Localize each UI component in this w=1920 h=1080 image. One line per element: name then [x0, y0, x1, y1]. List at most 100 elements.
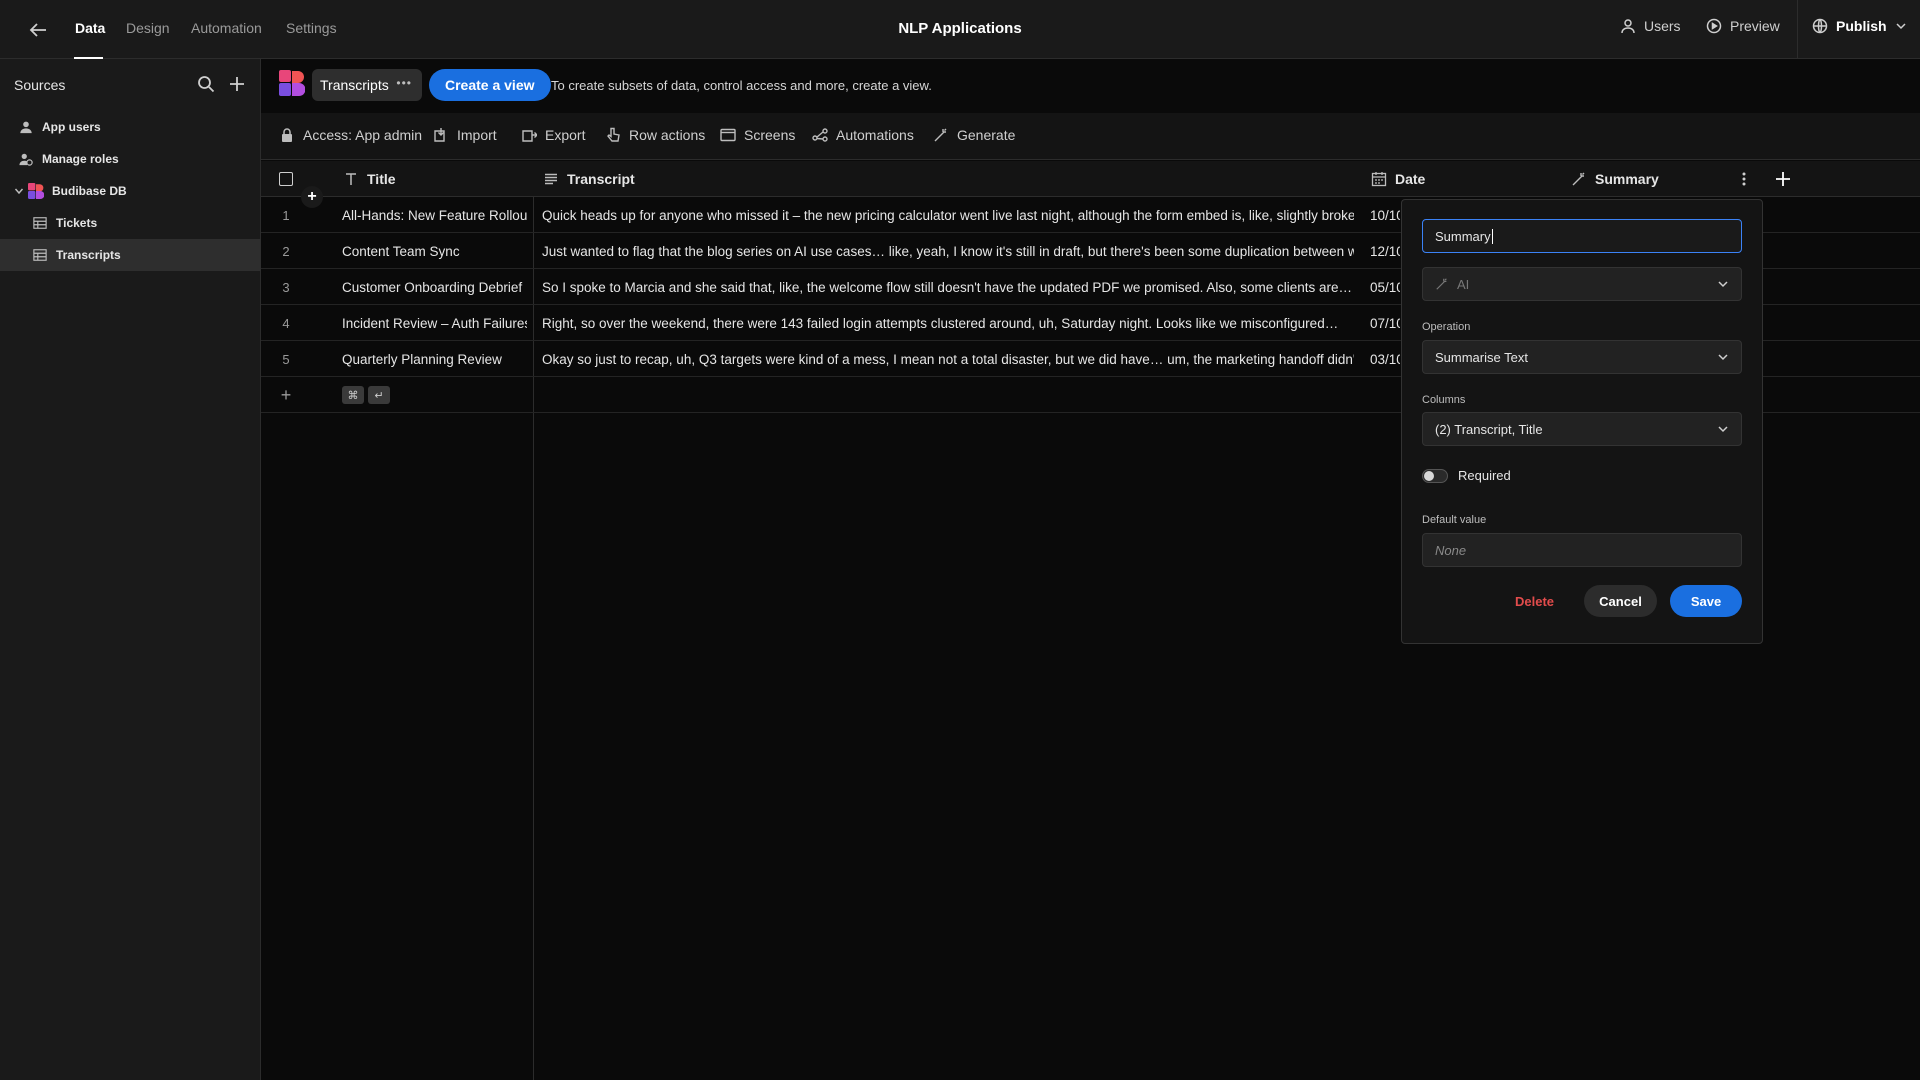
magic-wand-icon	[1436, 278, 1447, 290]
add-source-icon[interactable]	[227, 74, 247, 94]
tab-data[interactable]: Data	[75, 20, 105, 36]
column-header-label: Transcript	[567, 171, 635, 187]
sidebar-item-manage-roles[interactable]: Manage roles	[0, 143, 261, 175]
access-button[interactable]: Access: App admin	[279, 127, 422, 143]
row-actions-button[interactable]: Row actions	[605, 127, 705, 143]
row-number: 3	[282, 279, 290, 295]
row-actions-label: Row actions	[629, 127, 706, 143]
magic-wand-icon	[934, 128, 947, 142]
columns-label: Columns	[1422, 394, 1466, 406]
user-icon	[18, 119, 34, 135]
transcript-cell[interactable]: Right, so over the weekend, there were 1…	[542, 305, 1354, 341]
column-header-summary[interactable]: Summary	[1571, 161, 1659, 197]
column-header-label: Date	[1395, 171, 1426, 187]
date-cell[interactable]: 05/10	[1370, 269, 1400, 305]
title-cell[interactable]: Quarterly Planning Review	[342, 341, 527, 377]
chevron-down-icon[interactable]	[14, 186, 24, 196]
date-cell[interactable]: 07/10	[1370, 305, 1400, 341]
sources-sidebar: Sources App users Manage roles Budibase …	[0, 59, 261, 1080]
column-name-input[interactable]: Summary	[1422, 219, 1742, 253]
cancel-button[interactable]: Cancel	[1584, 585, 1657, 617]
column-menu-icon[interactable]	[1742, 171, 1746, 187]
title-cell[interactable]: All-Hands: New Feature Rollout	[342, 197, 527, 233]
title-cell[interactable]: Incident Review – Auth Failures	[342, 305, 527, 341]
long-text-icon	[545, 173, 557, 185]
column-header-label: Summary	[1595, 171, 1659, 187]
users-button[interactable]: Users	[1620, 18, 1681, 34]
title-cell[interactable]: Customer Onboarding Debrief	[342, 269, 527, 305]
date-cell[interactable]: 03/10	[1370, 341, 1400, 377]
create-view-hint: To create subsets of data, control acces…	[551, 78, 932, 93]
generate-button[interactable]: Generate	[933, 127, 1015, 143]
magic-wand-icon	[1572, 172, 1585, 186]
tab-settings[interactable]: Settings	[286, 20, 337, 36]
screens-button[interactable]: Screens	[720, 127, 795, 143]
text-cursor	[1491, 228, 1493, 244]
sidebar-item-tickets[interactable]: Tickets	[0, 207, 261, 239]
required-label: Required	[1458, 468, 1511, 483]
table-header: Transcripts ••• Create a view To create …	[261, 59, 1920, 113]
import-icon	[434, 128, 445, 142]
date-cell[interactable]: 12/10	[1370, 233, 1400, 269]
top-divider	[1797, 0, 1798, 59]
tab-automation[interactable]: Automation	[191, 20, 262, 36]
lock-icon	[282, 128, 292, 142]
column-header-title[interactable]: Title	[343, 161, 396, 197]
import-button[interactable]: Import	[433, 127, 497, 143]
chevron-down-icon	[1718, 281, 1728, 288]
create-view-button[interactable]: Create a view	[429, 69, 551, 101]
add-row-icon[interactable]: +	[261, 377, 311, 413]
chevron-down-icon	[1718, 354, 1728, 361]
save-button[interactable]: Save	[1670, 585, 1742, 617]
table-name-chip[interactable]: Transcripts •••	[312, 69, 422, 101]
sidebar-item-transcripts[interactable]: Transcripts	[0, 239, 261, 271]
title-cell[interactable]: Content Team Sync	[342, 233, 527, 269]
automations-button[interactable]: Automations	[812, 127, 914, 143]
search-icon[interactable]	[196, 74, 216, 94]
screens-label: Screens	[744, 127, 796, 143]
sidebar-item-label: Tickets	[56, 216, 98, 230]
transcript-cell[interactable]: Okay so just to recap, uh, Q3 targets we…	[542, 341, 1354, 377]
add-column-icon[interactable]	[1774, 170, 1792, 188]
table-toolbar: Access: App admin Import Export Row acti…	[261, 113, 1920, 160]
access-label: Access: App admin	[303, 127, 423, 143]
column-type-select[interactable]: AI	[1422, 267, 1742, 301]
column-type-value: AI	[1457, 276, 1470, 292]
back-arrow-icon[interactable]	[26, 18, 50, 42]
select-all-checkbox[interactable]	[279, 172, 293, 186]
delete-button[interactable]: Delete	[1503, 585, 1566, 617]
required-toggle[interactable]	[1422, 469, 1448, 483]
transcript-cell[interactable]: Just wanted to flag that the blog series…	[542, 233, 1354, 269]
publish-button[interactable]: Publish	[1812, 18, 1907, 34]
roles-icon	[18, 151, 34, 167]
operation-value: Summarise Text	[1435, 349, 1528, 365]
column-header-date[interactable]: Date	[1371, 161, 1425, 197]
tab-design[interactable]: Design	[126, 20, 170, 36]
date-cell[interactable]: 10/10	[1370, 197, 1400, 233]
default-value-placeholder: None	[1435, 542, 1467, 558]
grid-header-row: Title Transcript Date Summary	[261, 161, 1920, 197]
sidebar-item-budibase-db[interactable]: Budibase DB	[0, 175, 261, 207]
sidebar-item-label: Transcripts	[56, 248, 121, 262]
row-number: 1	[282, 207, 290, 223]
more-options-icon[interactable]: •••	[396, 76, 412, 90]
preview-button[interactable]: Preview	[1706, 18, 1780, 34]
play-icon	[1706, 18, 1722, 34]
operation-select[interactable]: Summarise Text	[1422, 340, 1742, 374]
export-button[interactable]: Export	[521, 127, 585, 143]
calendar-icon	[1371, 172, 1387, 187]
sources-title: Sources	[14, 77, 66, 93]
command-key: ⌘	[342, 386, 364, 404]
export-label: Export	[545, 127, 586, 143]
enter-key: ↵	[368, 386, 390, 404]
chevron-down-icon	[1896, 23, 1906, 30]
sidebar-item-app-users[interactable]: App users	[0, 111, 261, 143]
columns-select[interactable]: (2) Transcript, Title	[1422, 412, 1742, 446]
transcript-cell[interactable]: Quick heads up for anyone who missed it …	[542, 197, 1354, 233]
transcript-cell[interactable]: So I spoke to Marcia and she said that, …	[542, 269, 1354, 305]
column-header-transcript[interactable]: Transcript	[543, 161, 635, 197]
row-number: 2	[282, 243, 290, 259]
column-name-value: Summary	[1435, 228, 1491, 244]
default-value-input[interactable]: None	[1422, 533, 1742, 567]
operation-label: Operation	[1422, 321, 1471, 333]
